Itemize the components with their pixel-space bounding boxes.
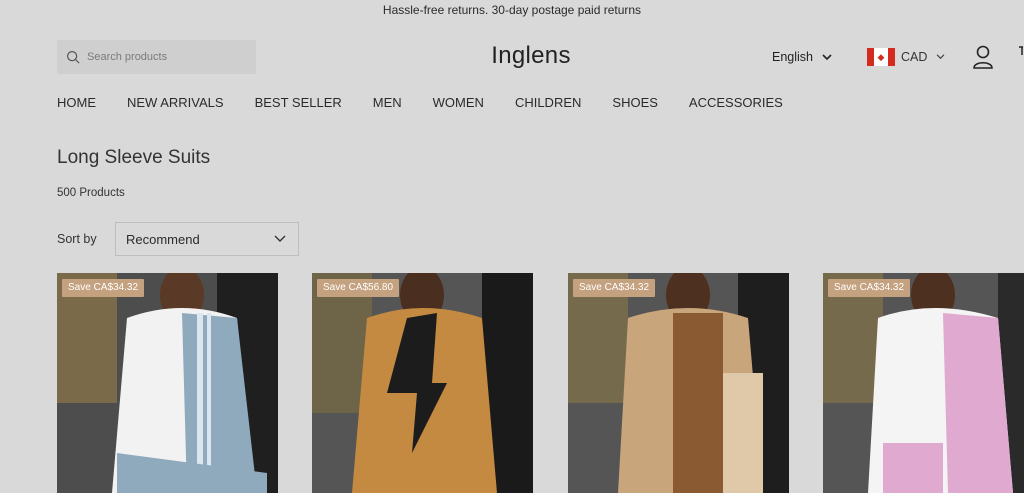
nav-new-arrivals[interactable]: NEW ARRIVALS: [127, 95, 224, 110]
language-selector[interactable]: English: [772, 50, 832, 64]
nav-women[interactable]: WOMEN: [433, 95, 484, 110]
product-image[interactable]: [312, 273, 533, 493]
currency-label: CAD: [901, 50, 928, 64]
nav-children[interactable]: CHILDREN: [515, 95, 581, 110]
announcement-bar: Hassle-free returns. 30-day postage paid…: [382, 3, 642, 17]
nav-men[interactable]: MEN: [373, 95, 402, 110]
chevron-down-icon: [937, 54, 945, 60]
account-icon[interactable]: [972, 45, 994, 69]
product-card[interactable]: Save CA$34.32: [568, 273, 789, 493]
sort-select[interactable]: Recommend: [115, 222, 299, 256]
product-image[interactable]: [57, 273, 278, 493]
discount-badge: Save CA$34.32: [828, 279, 911, 297]
nav-accessories[interactable]: ACCESSORIES: [689, 95, 783, 110]
chevron-down-icon: [274, 235, 286, 242]
language-label: English: [772, 50, 813, 64]
product-card[interactable]: Save CA$56.80: [312, 273, 533, 493]
chevron-down-icon: [822, 53, 832, 60]
collection-title: Long Sleeve Suits: [57, 147, 211, 168]
product-image[interactable]: [568, 273, 789, 493]
product-count: 500 Products: [57, 187, 125, 199]
discount-badge: Save CA$34.32: [62, 279, 145, 297]
discount-badge: Save CA$34.32: [573, 279, 656, 297]
sort-label: Sort by: [57, 232, 97, 246]
nav-home[interactable]: HOME: [57, 95, 96, 110]
sort-value: Recommend: [126, 231, 200, 247]
product-card[interactable]: Save CA$34.32: [823, 273, 1024, 493]
nav-best-seller[interactable]: BEST SELLER: [255, 95, 342, 110]
currency-selector[interactable]: ◆ CAD: [867, 48, 945, 66]
product-card[interactable]: Save CA$34.32: [57, 273, 278, 493]
nav-shoes[interactable]: SHOES: [612, 95, 658, 110]
discount-badge: Save CA$56.80: [317, 279, 400, 297]
product-image[interactable]: [823, 273, 1024, 493]
canada-flag-icon: ◆: [867, 48, 895, 66]
main-navigation: HOME NEW ARRIVALS BEST SELLER MEN WOMEN …: [57, 95, 814, 110]
cart-icon[interactable]: [1018, 45, 1024, 65]
